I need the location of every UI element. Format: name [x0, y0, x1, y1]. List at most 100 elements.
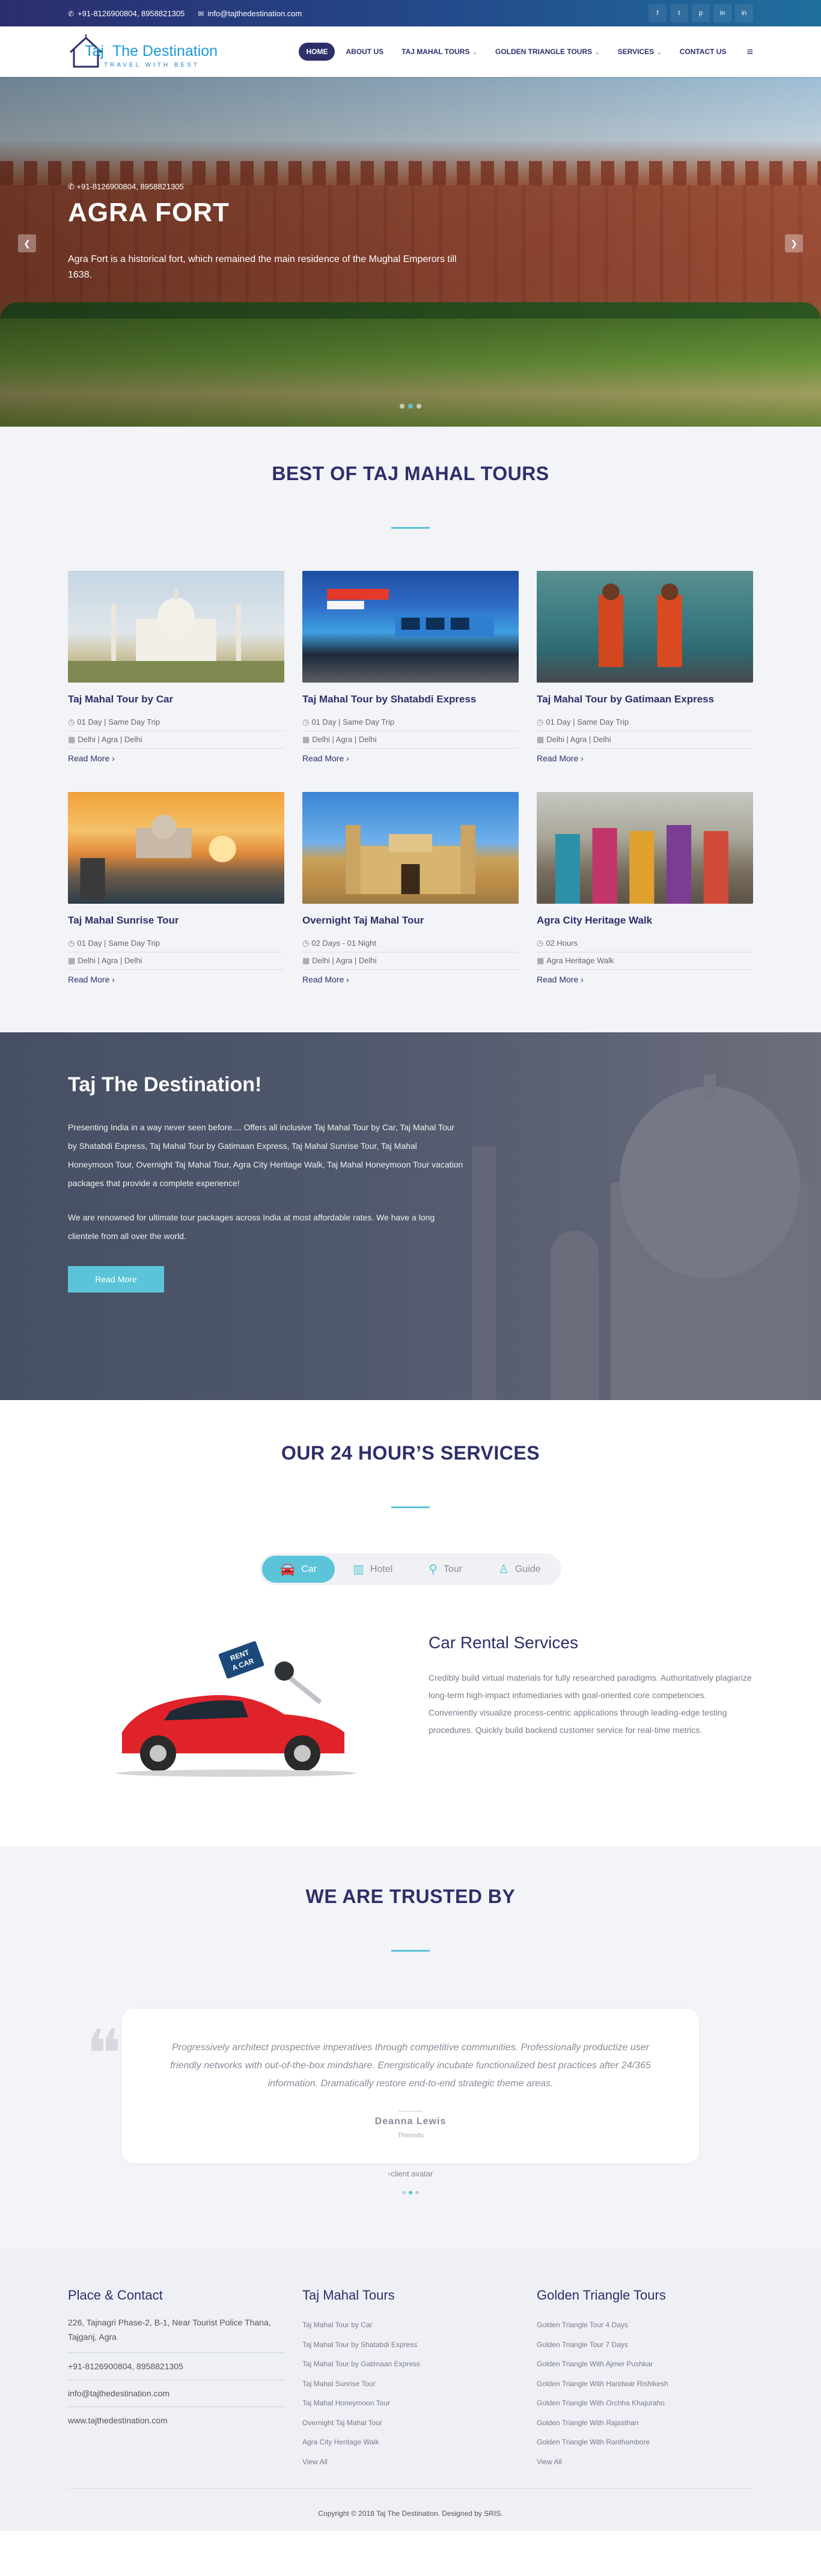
envelope-icon: ✉	[198, 9, 204, 18]
hamburger-menu-icon[interactable]: ≡	[746, 46, 753, 58]
car-icon: 🚘	[280, 1563, 296, 1576]
tour-title[interactable]: Taj Mahal Tour by Car	[68, 693, 284, 705]
slider-next-icon[interactable]: ❯	[785, 234, 803, 252]
tab-hotel[interactable]: ▥ Hotel	[335, 1556, 410, 1583]
footer-website[interactable]: www.tajthedestination.com	[68, 2416, 284, 2425]
hero-content: ✆ +91-8126900804, 8958821305 AGRA FORT A…	[68, 182, 483, 283]
read-more-link[interactable]: Read More ›	[302, 970, 349, 984]
tour-image-sunrise[interactable]	[68, 792, 284, 904]
footer-link[interactable]: Agra City Heritage Walk	[302, 2432, 519, 2452]
facebook-icon[interactable]: f	[649, 4, 667, 22]
footer-link[interactable]: Taj Mahal Tour by Gatimaan Express	[302, 2354, 519, 2374]
tour-route: ▦ Delhi | Agra | Delhi	[302, 952, 519, 970]
logo-part2: The Destination	[112, 43, 218, 59]
footer-golden-title: Golden Triangle Tours	[537, 2288, 666, 2303]
tour-image-overnight[interactable]	[302, 792, 519, 904]
chevron-down-icon: ⌄	[472, 49, 478, 55]
tour-title[interactable]: Agra City Heritage Walk	[537, 915, 753, 927]
footer-link[interactable]: Taj Mahal Tour by Car	[302, 2315, 519, 2335]
pinterest-icon[interactable]: p	[692, 4, 710, 22]
footer-link[interactable]: Golden Triangle With Ajmer Pushkar	[537, 2354, 753, 2374]
footer-email[interactable]: info@tajthedestination.com	[68, 2389, 284, 2398]
tour-route: ▦ Delhi | Agra | Delhi	[537, 731, 753, 749]
footer-link[interactable]: Golden Triangle Tour 7 Days	[537, 2335, 753, 2355]
read-more-link[interactable]: Read More ›	[68, 749, 115, 763]
footer-link[interactable]: Golden Triangle With Ranthambore	[537, 2432, 753, 2452]
slider-dots	[400, 404, 421, 409]
tour-title[interactable]: Taj Mahal Tour by Shatabdi Express	[302, 693, 519, 705]
top-email-link[interactable]: ✉ info@tajthedestination.com	[198, 9, 302, 18]
slider-dot-active[interactable]	[408, 404, 413, 409]
read-more-link[interactable]: Read More ›	[302, 749, 349, 763]
tour-image-heritage-walk[interactable]	[537, 792, 753, 904]
tour-route-text: Delhi | Agra | Delhi	[78, 956, 142, 965]
carousel-dot[interactable]	[402, 2191, 406, 2194]
nav-home[interactable]: HOME	[299, 43, 335, 61]
title-underline	[391, 1506, 430, 1508]
tab-guide-label: Guide	[514, 1564, 541, 1574]
nav-about[interactable]: ABOUT US	[338, 43, 391, 61]
read-more-link[interactable]: Read More ›	[68, 970, 115, 984]
instagram-icon[interactable]: in	[735, 4, 753, 22]
tour-image-taj-mahal[interactable]	[68, 571, 284, 683]
hero-description: Agra Fort is a historical fort, which re…	[68, 254, 457, 280]
taj-mahal-illustration	[68, 589, 284, 683]
nav-contact[interactable]: CONTACT US	[673, 43, 734, 61]
nav-services[interactable]: SERVICES ⌄	[611, 43, 669, 61]
slider-dot[interactable]	[417, 404, 421, 409]
tour-title[interactable]: Overnight Taj Mahal Tour	[302, 915, 519, 927]
footer-view-all[interactable]: View All	[302, 2452, 519, 2472]
read-more-link[interactable]: Read More ›	[537, 970, 584, 984]
testimonial-card: ❝ Progressively architect prospective im…	[86, 2009, 699, 2163]
top-phone-link[interactable]: ✆ +91-8126900804, 8958821305	[68, 9, 185, 18]
title-underline	[391, 1950, 430, 1952]
footer-contact-title: Place & Contact	[68, 2288, 163, 2303]
nav-golden-tours[interactable]: GOLDEN TRIANGLE TOURS ⌄	[488, 43, 607, 61]
nav-taj-tours[interactable]: TAJ MAHAL TOURS ⌄	[394, 43, 484, 61]
footer-link[interactable]: Taj Mahal Sunrise Tour	[302, 2374, 519, 2394]
read-more-label: Read More	[302, 754, 344, 763]
footer-link[interactable]: Golden Triangle With Haridwar Rishikesh	[537, 2374, 753, 2394]
read-more-label: Read More	[68, 975, 110, 984]
tour-duration: ◷ 01 Day | Same Day Trip	[537, 714, 753, 731]
service-panel: RENT A CAR Car Rental Services Credibly …	[68, 1630, 753, 1792]
footer-link[interactable]: Golden Triangle Tour 4 Days	[537, 2315, 753, 2335]
tour-route-text: Delhi | Agra | Delhi	[312, 735, 377, 744]
footer-link[interactable]: Taj Mahal Honeymoon Tour	[302, 2393, 519, 2413]
tour-route-text: Delhi | Agra | Delhi	[546, 735, 611, 744]
top-bar: ✆ +91-8126900804, 8958821305 ✉ info@tajthe…	[0, 0, 821, 26]
linkedin-icon[interactable]: in	[713, 4, 731, 22]
read-more-link[interactable]: Read More ›	[537, 749, 584, 763]
tour-image-shatabdi[interactable]	[302, 571, 519, 683]
hero-phone: ✆ +91-8126900804, 8958821305	[68, 182, 184, 191]
tour-title[interactable]: Taj Mahal Tour by Gatimaan Express	[537, 693, 753, 705]
tab-tour[interactable]: ⚲ Tour	[410, 1556, 480, 1583]
footer-link[interactable]: Golden Triangle With Rajasthan	[537, 2413, 753, 2433]
tour-image-gatimaan[interactable]	[537, 571, 753, 683]
footer-view-all[interactable]: View All	[537, 2452, 753, 2472]
trusted-title: WE ARE TRUSTED BY	[305, 1886, 516, 1907]
tour-card: Taj Mahal Tour by Car ◷ 01 Day | Same Day…	[68, 571, 284, 763]
footer-link[interactable]: Taj Mahal Tour by Shatabdi Express	[302, 2335, 519, 2355]
twitter-icon[interactable]: t	[670, 4, 688, 22]
footer-link[interactable]: Golden Triangle With Orchha Khajuraho	[537, 2393, 753, 2413]
testimonial-role: Thenndu	[397, 2132, 424, 2139]
carousel-dot-active[interactable]	[409, 2191, 412, 2194]
calendar-icon: ▦	[68, 956, 76, 965]
train-illustration	[327, 589, 494, 637]
slider-dot[interactable]	[400, 404, 404, 409]
tab-guide[interactable]: ♙ Guide	[480, 1556, 559, 1583]
tour-title[interactable]: Taj Mahal Sunrise Tour	[68, 915, 284, 927]
tour-duration: ◷ 01 Day | Same Day Trip	[68, 714, 284, 731]
read-more-label: Read More	[537, 754, 579, 763]
top-email-text: info@tajthedestination.com	[207, 8, 302, 18]
tab-car-label: Car	[301, 1564, 317, 1574]
about-read-more-button[interactable]: Read More	[68, 1266, 164, 1293]
footer-link[interactable]: Overnight Taj Mahal Tour	[302, 2413, 519, 2433]
site-logo[interactable]: Taj The Destination TRAVEL WITH BEST	[68, 31, 218, 73]
main-nav: Taj The Destination TRAVEL WITH BEST HOME…	[0, 26, 821, 77]
footer-phone[interactable]: +91-8126900804, 8958821305	[68, 2361, 284, 2371]
carousel-dot[interactable]	[415, 2191, 419, 2194]
tab-car[interactable]: 🚘 Car	[262, 1556, 335, 1583]
slider-prev-icon[interactable]: ❮	[18, 234, 36, 252]
